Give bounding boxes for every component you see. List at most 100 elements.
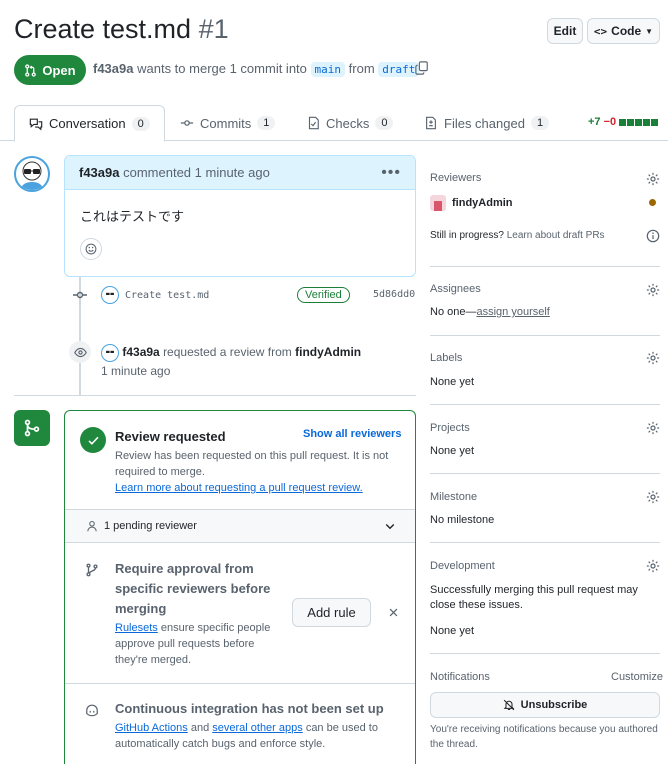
- divider: [65, 683, 415, 684]
- comment-box: f43a9a commented 1 minute ago ••• これはテスト…: [64, 155, 416, 277]
- bell-slash-icon: [503, 699, 515, 711]
- event-time[interactable]: 1 minute ago: [101, 364, 170, 378]
- conversation-icon: [29, 118, 43, 130]
- commit-sha[interactable]: 5d86dd0: [373, 289, 415, 300]
- smiley-icon: [85, 243, 97, 255]
- sidebar: Reviewers findyAdmin Still in progress? …: [430, 0, 663, 764]
- reviewers-heading[interactable]: Reviewers: [430, 172, 481, 184]
- gear-icon[interactable]: [646, 490, 660, 504]
- gear-icon[interactable]: [646, 283, 660, 297]
- review-request-event: f43a9a requested a review from findyAdmi…: [101, 343, 362, 378]
- info-icon[interactable]: [646, 229, 660, 243]
- avatar-glasses-icon: [106, 292, 114, 295]
- comment-author[interactable]: f43a9a: [79, 165, 119, 180]
- development-description: Successfully merging this pull request m…: [430, 584, 638, 611]
- tab-checks[interactable]: Checks 0: [306, 105, 394, 141]
- person-icon: [87, 520, 97, 532]
- rule-title: Require approval from specific reviewers…: [115, 561, 271, 616]
- branch-icon: [86, 563, 98, 577]
- pull-request-icon: [25, 63, 37, 77]
- comment-body: これはテストです: [80, 209, 185, 224]
- divider: [430, 542, 660, 543]
- learn-more-review-link[interactable]: Learn more about requesting a pull reque…: [115, 482, 363, 494]
- timeline-divider: [14, 395, 416, 396]
- milestone-value: No milestone: [430, 514, 495, 526]
- divider: [430, 473, 660, 474]
- eye-icon: [73, 347, 87, 357]
- chevron-down-icon: [385, 524, 395, 530]
- add-rule-button[interactable]: Add rule: [292, 598, 371, 627]
- draft-hint: Still in progress? Learn about draft PRs: [430, 230, 605, 241]
- github-actions-link[interactable]: GitHub Actions: [115, 722, 188, 734]
- assignees-value: No one—assign yourself: [430, 306, 550, 318]
- ci-description: GitHub Actions and several other apps ca…: [115, 722, 378, 750]
- notifications-heading: Notifications: [430, 671, 490, 683]
- show-all-reviewers-link[interactable]: Show all reviewers: [303, 428, 401, 440]
- status-badge: Open: [14, 55, 86, 85]
- reviewer-item[interactable]: findyAdmin: [430, 195, 513, 211]
- author-link[interactable]: f43a9a: [93, 61, 133, 76]
- commit-icon: [180, 120, 194, 126]
- event-reviewer[interactable]: findyAdmin: [295, 345, 361, 359]
- head-branch[interactable]: draft: [378, 62, 420, 77]
- comment-header: f43a9a commented 1 minute ago •••: [65, 156, 415, 190]
- milestone-heading[interactable]: Milestone: [430, 491, 477, 503]
- notifications-description: You're receiving notifications because y…: [430, 724, 658, 750]
- add-reaction-button[interactable]: [80, 238, 102, 260]
- projects-value: None yet: [430, 445, 475, 457]
- other-apps-link[interactable]: several other apps: [212, 722, 303, 734]
- assign-yourself-link[interactable]: assign yourself: [476, 306, 549, 318]
- review-requested-title: Review requested: [115, 429, 226, 444]
- merge-box: Review requested Show all reviewers Revi…: [64, 410, 416, 764]
- event-author[interactable]: f43a9a: [122, 345, 159, 359]
- merge-summary: f43a9a wants to merge 1 commit into main…: [93, 61, 420, 77]
- development-value: None yet: [430, 625, 475, 637]
- divider: [430, 653, 660, 654]
- development-heading[interactable]: Development: [430, 560, 495, 572]
- git-merge-icon: [24, 419, 40, 437]
- gear-icon[interactable]: [646, 172, 660, 186]
- tab-conversation[interactable]: Conversation 0: [14, 105, 165, 142]
- commit-message[interactable]: Create test.md: [125, 290, 209, 301]
- eye-icon-badge: [69, 341, 91, 363]
- tab-commits[interactable]: Commits 1: [180, 105, 276, 141]
- draft-prs-link[interactable]: Learn about draft PRs: [507, 230, 605, 241]
- base-branch[interactable]: main: [310, 62, 346, 77]
- assignees-heading[interactable]: Assignees: [430, 283, 481, 295]
- avatar-glasses-icon: [106, 350, 114, 353]
- review-description: Review has been requested on this pull r…: [115, 450, 389, 494]
- ci-title: Continuous integration has not been set …: [115, 701, 384, 716]
- check-icon: [87, 436, 99, 445]
- avatar[interactable]: [101, 343, 119, 362]
- copy-icon[interactable]: [415, 61, 429, 75]
- check-circle-icon: [80, 427, 106, 453]
- close-icon[interactable]: [388, 607, 399, 618]
- customize-link[interactable]: Customize: [611, 671, 663, 683]
- labels-heading[interactable]: Labels: [430, 352, 462, 364]
- gear-icon[interactable]: [646, 421, 660, 435]
- divider: [430, 335, 660, 336]
- pr-title: Create test.md #1: [14, 14, 229, 44]
- avatar[interactable]: [101, 286, 119, 304]
- divider: [65, 542, 415, 543]
- rule-description: Rulesets ensure specific people approve …: [115, 622, 271, 666]
- avatar[interactable]: [14, 156, 50, 192]
- commit-icon: [73, 291, 87, 299]
- projects-heading[interactable]: Projects: [430, 422, 470, 434]
- rulesets-link[interactable]: Rulesets: [115, 622, 158, 634]
- gear-icon[interactable]: [646, 559, 660, 573]
- pending-reviewers-toggle[interactable]: 1 pending reviewer: [65, 510, 415, 542]
- pending-status-dot: [649, 199, 656, 206]
- merge-status-icon: [14, 410, 50, 446]
- copilot-icon: [86, 704, 98, 717]
- commit-row: Create test.md: [101, 286, 209, 304]
- unsubscribe-button[interactable]: Unsubscribe: [430, 692, 660, 718]
- more-options-icon[interactable]: •••: [381, 164, 401, 182]
- verified-badge[interactable]: Verified: [297, 287, 350, 303]
- divider: [430, 266, 660, 267]
- reviewer-avatar: [430, 195, 446, 211]
- avatar-glasses-icon: [20, 161, 44, 190]
- gear-icon[interactable]: [646, 351, 660, 365]
- labels-value: None yet: [430, 376, 475, 388]
- comment-time[interactable]: 1 minute ago: [195, 165, 270, 180]
